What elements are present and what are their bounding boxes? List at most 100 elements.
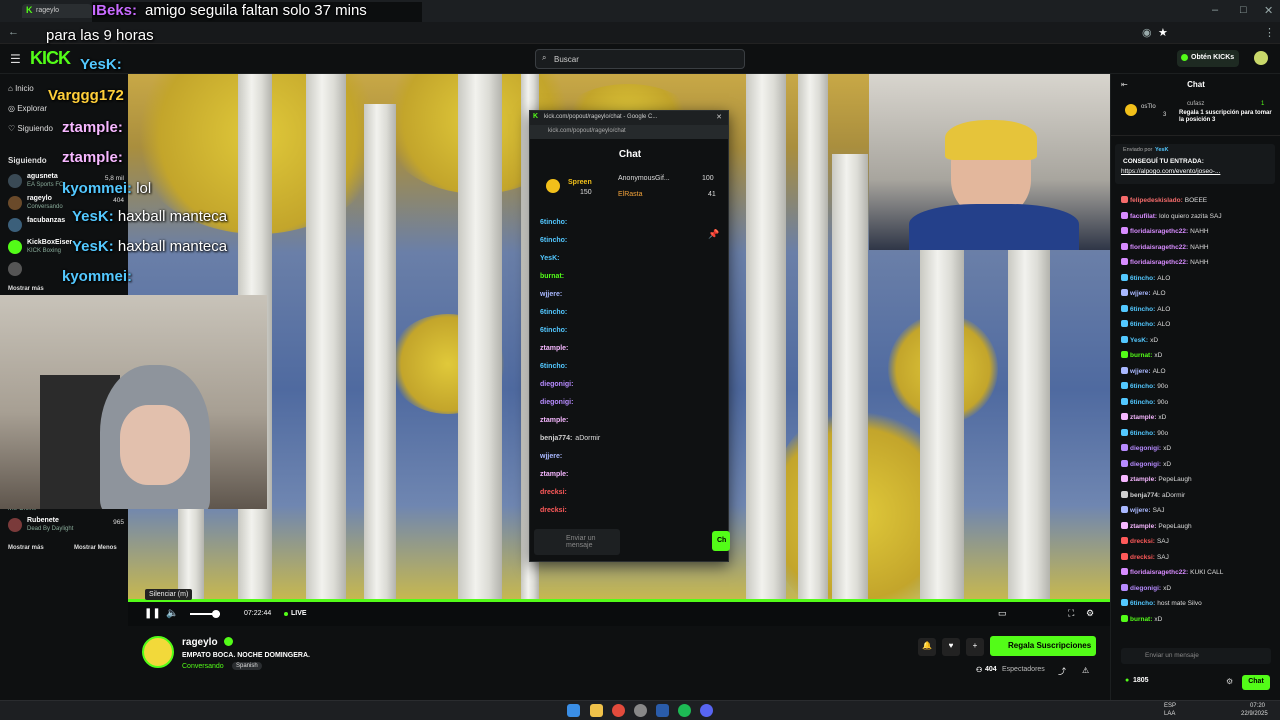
popout-message-user[interactable]: diegonigi: [540, 381, 573, 388]
popout-message-user[interactable]: ztample: [540, 417, 568, 424]
chat-message-user[interactable]: felipedeskislado: [1130, 197, 1183, 204]
chat-message-user[interactable]: 6tincho: [1130, 275, 1155, 282]
chat-message-user[interactable]: floridaisragethc22: [1130, 244, 1188, 251]
search-input[interactable]: ⌕ Buscar [535, 49, 745, 69]
leader-name[interactable]: AnonymousGif... [618, 175, 670, 182]
leader-name[interactable]: ElRasta [618, 191, 643, 198]
close-icon[interactable]: ✕ [1264, 4, 1273, 17]
chat-message-user[interactable]: drecksi: [1130, 554, 1155, 561]
language-indicator[interactable]: ESP [1164, 703, 1176, 709]
chat-message-user[interactable]: facufilat: [1130, 213, 1157, 220]
chat-message-user[interactable]: diegonigi: [1130, 445, 1161, 452]
gift-prompt[interactable]: Regala 1 suscripción para tomar la posic… [1179, 110, 1277, 124]
chat-message-user[interactable]: 6tincho: [1130, 399, 1155, 406]
pinned-message[interactable]: Enviado por YesK CONSEGUÍ TU ENTRADA: ht… [1115, 144, 1275, 184]
leader-name[interactable]: Spreen [568, 179, 592, 186]
spotify-icon[interactable] [678, 704, 691, 717]
popout-chat-input[interactable]: Enviar un mensaje [534, 529, 620, 555]
fullscreen-icon[interactable]: ⛶ [1068, 608, 1074, 619]
report-icon[interactable]: ⚠ [1082, 666, 1089, 675]
avatar[interactable] [1254, 51, 1268, 65]
volume-knob[interactable] [212, 610, 220, 618]
chat-message-user[interactable]: benja774: [1130, 492, 1160, 499]
pause-icon[interactable]: ❚❚ [144, 608, 161, 619]
menu-dots-icon[interactable]: ⋮ [1264, 26, 1275, 39]
chat-send-button[interactable]: Chat [1242, 675, 1270, 690]
chat-message-user[interactable]: 6tincho: [1130, 306, 1155, 313]
chat-message-user[interactable]: 6tincho: [1130, 600, 1155, 607]
popout-message-user[interactable]: benja774: [540, 435, 572, 442]
chat-message-user[interactable]: ztample: [1130, 523, 1156, 530]
chat-message-user[interactable]: ztample: [1130, 414, 1156, 421]
show-more-link[interactable]: Mostrar más [8, 545, 44, 551]
popout-message-user[interactable]: 6tincho: [540, 363, 567, 370]
popout-message-user[interactable]: wjjere: [540, 291, 562, 298]
settings-icon[interactable]: ⚙ [1086, 608, 1094, 619]
chat-message-user[interactable]: 6tincho: [1130, 321, 1155, 328]
settings-icon[interactable]: ⚙ [1226, 677, 1233, 686]
chat-message-user[interactable]: ztample: [1130, 476, 1156, 483]
popout-url[interactable]: kick.com/popout/rageylo/chat [530, 125, 728, 139]
popout-message-user[interactable]: 6tincho: [540, 327, 567, 334]
steam-icon[interactable] [656, 704, 669, 717]
get-kicks-button[interactable]: Obtén KICKs [1177, 50, 1239, 67]
follow-item[interactable]: Rubenete Dead By Daylight 965 [8, 516, 126, 538]
popout-message-user[interactable]: YesK: [540, 255, 559, 262]
hamburger-icon[interactable]: ☰ [10, 52, 21, 66]
chat-message-user[interactable]: YesK: [1130, 337, 1148, 344]
volume-icon[interactable]: 🔈 [166, 608, 178, 619]
chat-input[interactable]: Enviar un mensaje [1121, 648, 1271, 664]
popout-send-button[interactable]: Ch [712, 531, 730, 551]
chat-message-user[interactable]: floridaisragethc22: [1130, 228, 1188, 235]
popout-message-user[interactable]: ztample: [540, 345, 568, 352]
gift-subs-button[interactable]: Regala Suscripciones [990, 636, 1096, 656]
popout-message-user[interactable]: ztample: [540, 471, 568, 478]
popout-message-user[interactable]: 6tincho: [540, 219, 567, 226]
bell-icon[interactable]: 🔔 [918, 638, 936, 656]
chat-message-user[interactable]: wjjere: [1130, 507, 1151, 514]
pin-icon[interactable]: 📌 [708, 229, 719, 240]
popout-message-user[interactable]: drecksi: [540, 489, 567, 496]
share-icon[interactable]: ⤴ [1058, 666, 1066, 677]
chat-message-user[interactable]: floridaisragethc22: [1130, 259, 1188, 266]
browser-tab[interactable]: K rageylo [22, 4, 92, 18]
discord-icon[interactable] [700, 704, 713, 717]
chat-message-user[interactable]: wjjere: [1130, 290, 1151, 297]
close-icon[interactable]: ✕ [716, 113, 722, 121]
windows-start-icon[interactable] [567, 704, 580, 717]
popout-message-user[interactable]: drecksi: [540, 507, 567, 514]
chat-message-user[interactable]: drecksi: [1130, 538, 1155, 545]
popout-message-user[interactable]: burnat: [540, 273, 564, 280]
popout-message-user[interactable]: 6tincho: [540, 237, 567, 244]
chat-message-user[interactable]: 6tincho: [1130, 383, 1155, 390]
eye-icon[interactable]: ◉ [1142, 26, 1152, 39]
gift-icon[interactable]: + [966, 638, 984, 656]
back-icon[interactable]: ← [8, 26, 19, 38]
minimize-icon[interactable]: – [1212, 4, 1218, 16]
chat-message-user[interactable]: burnat: [1130, 352, 1152, 359]
maximize-icon[interactable]: □ [1240, 4, 1247, 16]
obs-icon[interactable] [634, 704, 647, 717]
kicks-balance[interactable]: 1805 [1133, 677, 1149, 684]
clock-time[interactable]: 07:20 [1250, 703, 1265, 709]
popout-message-user[interactable]: wjjere: [540, 453, 562, 460]
pinned-link[interactable]: https://alpogo.com/evento/joseo-... [1121, 168, 1220, 175]
show-less-link[interactable]: Mostrar Menos [74, 545, 117, 551]
chat-message-user[interactable]: 6tincho: [1130, 430, 1155, 437]
popout-message-user[interactable]: diegonigi: [540, 399, 573, 406]
chat-message-user[interactable]: diegonigi: [1130, 461, 1161, 468]
chat-message-user[interactable]: wjjere: [1130, 368, 1151, 375]
chat-message-user[interactable]: floridaisragethc22: [1130, 569, 1188, 576]
file-explorer-icon[interactable] [590, 704, 603, 717]
avatar[interactable] [142, 636, 174, 668]
chat-message-user[interactable]: diegonigi: [1130, 585, 1161, 592]
chat-message-user[interactable]: burnat: [1130, 616, 1152, 623]
heart-icon[interactable]: ♥ [942, 638, 960, 656]
stream-category[interactable]: Conversando [182, 663, 224, 670]
language-tag[interactable]: Spanish [232, 662, 262, 670]
popout-message-user[interactable]: 6tincho: [540, 309, 567, 316]
popout-chat-window[interactable]: K kick.com/popout/rageylo/chat - Google … [529, 110, 730, 562]
channel-name[interactable]: rageylo [182, 637, 218, 648]
chrome-icon[interactable] [612, 704, 625, 717]
theater-icon[interactable]: ▭ [998, 608, 1007, 619]
